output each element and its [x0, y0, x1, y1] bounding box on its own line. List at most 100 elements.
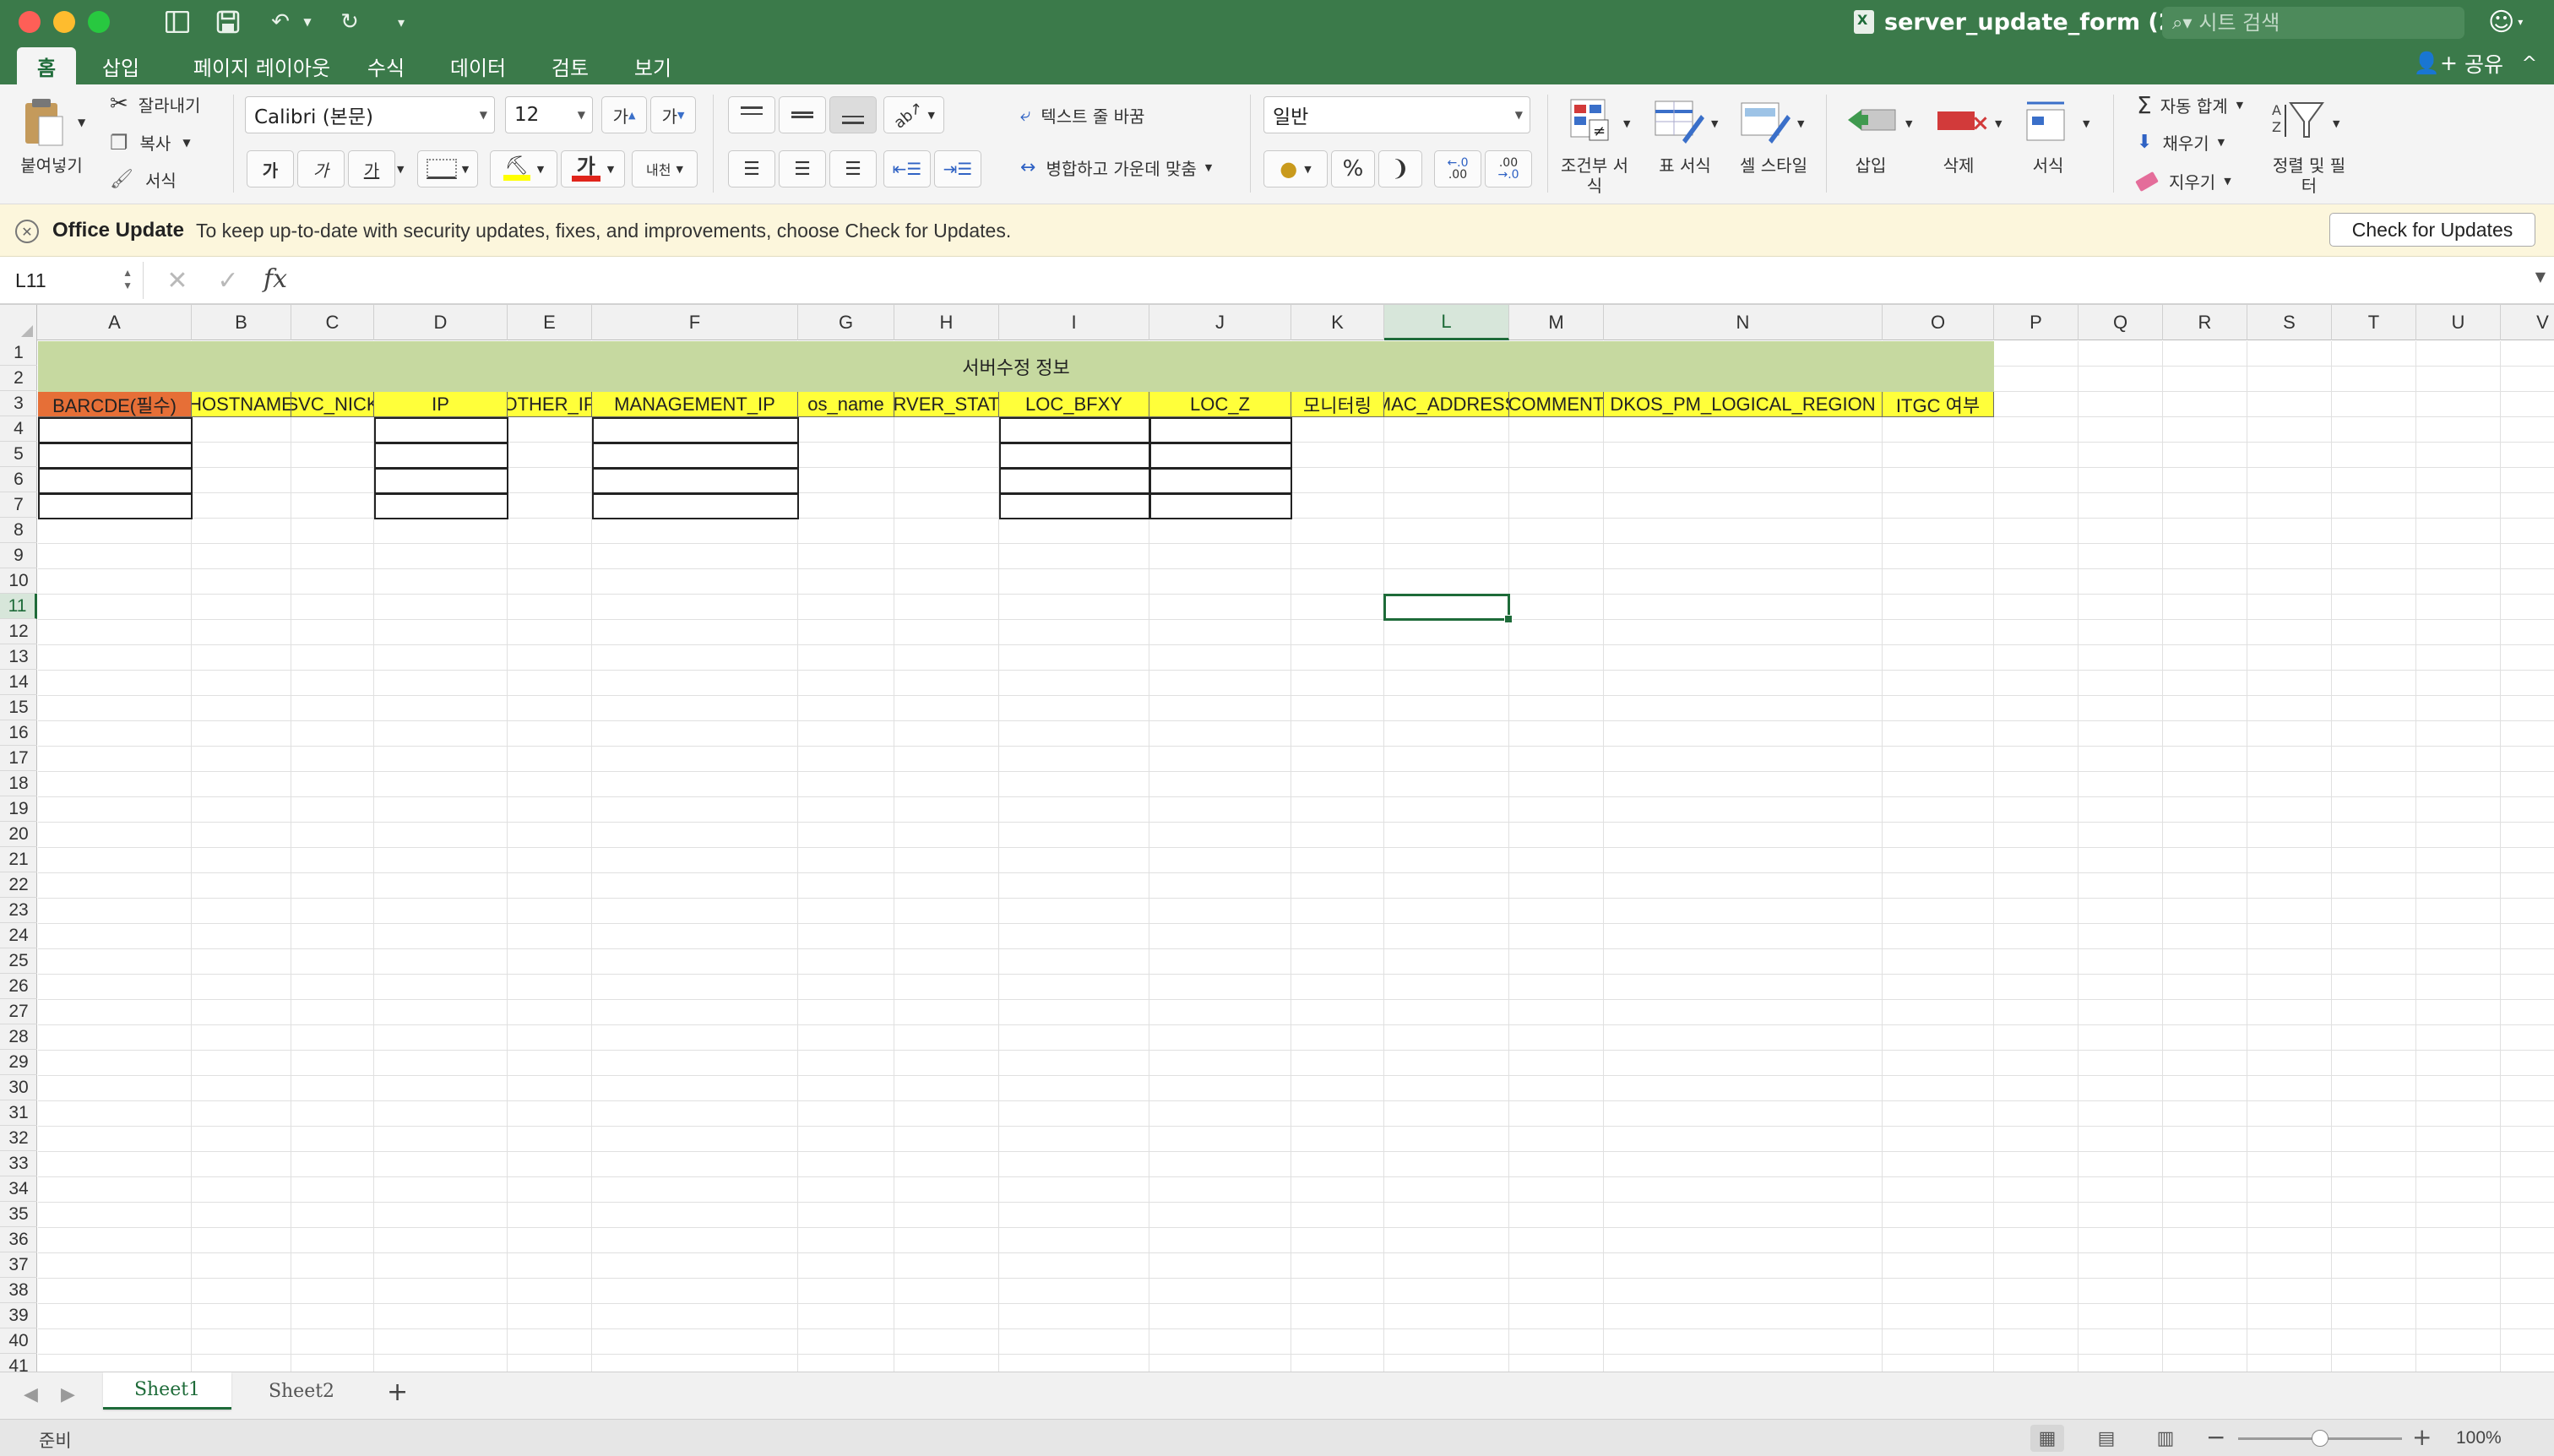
page-break-view-icon[interactable]: ▥: [2149, 1425, 2182, 1452]
input-cell-a4[interactable]: [38, 417, 193, 443]
page-layout-view-icon[interactable]: ▤: [2089, 1425, 2123, 1452]
worksheet-grid[interactable]: ABCDEFGHIJKLMNOPQRSTUV 1 2 3 4 5 6 7 8 9 10 11 12 13…: [0, 304, 2554, 1372]
formula-input[interactable]: [311, 263, 2507, 297]
copy-button[interactable]: ❐ 복사 ▼: [110, 130, 191, 155]
header-cell-h[interactable]: RVER_STAT: [894, 392, 999, 417]
input-cell-i4[interactable]: [999, 417, 1150, 443]
input-cell-i5[interactable]: [999, 443, 1150, 469]
tab-formulas[interactable]: 수식: [358, 47, 414, 84]
row-header-26[interactable]: 26: [0, 974, 37, 999]
decrease-indent-button[interactable]: ⇤☰: [883, 150, 931, 187]
format-cells-icon[interactable]: [2022, 96, 2076, 147]
input-cell-d7[interactable]: [374, 493, 508, 519]
column-header-g[interactable]: G: [798, 305, 894, 340]
normal-view-icon[interactable]: ▦: [2030, 1425, 2064, 1452]
underline-button[interactable]: 가: [348, 150, 395, 187]
column-header-q[interactable]: Q: [2079, 305, 2163, 340]
feedback-smiley-icon[interactable]: ☺ ▾: [2488, 5, 2539, 39]
row-header-33[interactable]: 33: [0, 1151, 37, 1176]
row-header-30[interactable]: 30: [0, 1075, 37, 1100]
row-header-20[interactable]: 20: [0, 822, 37, 847]
chevron-down-icon[interactable]: ▼: [2333, 118, 2339, 129]
underline-dropdown-icon[interactable]: ▼: [397, 164, 404, 175]
align-center-button[interactable]: ☰: [779, 150, 826, 187]
check-for-updates-button[interactable]: Check for Updates: [2329, 213, 2535, 247]
clipboard-icon[interactable]: [19, 96, 69, 150]
column-header-v[interactable]: V: [2501, 305, 2554, 340]
italic-button[interactable]: 가: [297, 150, 345, 187]
input-cell-f4[interactable]: [592, 417, 799, 443]
tab-review[interactable]: 검토: [542, 47, 598, 84]
cut-button[interactable]: ✂ 잘라내기: [110, 91, 200, 117]
sheet-search-box[interactable]: ⌕▾: [2162, 7, 2464, 39]
column-header-t[interactable]: T: [2332, 305, 2416, 340]
name-box-stepper-icon[interactable]: ▲ ▼: [122, 267, 133, 292]
close-notification-icon[interactable]: ✕: [15, 220, 39, 243]
header-cell-j[interactable]: LOC_Z: [1149, 392, 1291, 417]
insert-cells-button[interactable]: 삽입: [1841, 155, 1900, 176]
format-as-table-button[interactable]: 표 서식: [1647, 155, 1723, 176]
chevron-down-icon[interactable]: ▼: [1995, 118, 2002, 129]
align-left-button[interactable]: ☰: [728, 150, 775, 187]
add-sheet-icon[interactable]: +: [387, 1377, 408, 1407]
row-header-8[interactable]: 8: [0, 518, 37, 543]
merge-center-button[interactable]: ↔ 병합하고 가운데 맞춤 ▼: [1020, 155, 1212, 180]
row-header-14[interactable]: 14: [0, 670, 37, 695]
paste-dropdown-icon[interactable]: ▼: [78, 117, 85, 128]
header-cell-e[interactable]: OTHER_IP: [508, 392, 592, 417]
row-header-2[interactable]: 2: [0, 366, 37, 391]
column-header-e[interactable]: E: [508, 305, 592, 340]
chevron-down-icon[interactable]: ▼: [2224, 176, 2231, 187]
header-cell-k[interactable]: 모니터링: [1291, 392, 1384, 417]
row-header-3[interactable]: 3: [0, 391, 37, 416]
header-cell-i[interactable]: LOC_BFXY: [999, 392, 1149, 417]
row-header-35[interactable]: 35: [0, 1202, 37, 1227]
save-icon[interactable]: [213, 7, 243, 37]
tab-view[interactable]: 보기: [623, 47, 682, 84]
row-header-10[interactable]: 10: [0, 568, 37, 594]
row-header-31[interactable]: 31: [0, 1100, 37, 1126]
sheet-tab-sheet2[interactable]: Sheet2: [238, 1372, 365, 1410]
row-header-9[interactable]: 9: [0, 543, 37, 568]
clear-button[interactable]: 지우기 ▼: [2135, 169, 2231, 193]
format-cells-button[interactable]: 서식: [2019, 155, 2078, 176]
minimize-window-button[interactable]: [53, 11, 75, 33]
chevron-down-icon[interactable]: ▼: [2236, 100, 2243, 111]
row-header-28[interactable]: 28: [0, 1024, 37, 1050]
align-bottom-button[interactable]: [829, 96, 877, 133]
insert-function-button[interactable]: fx: [264, 264, 287, 294]
close-window-button[interactable]: [19, 11, 41, 33]
tab-page-layout[interactable]: 페이지 레이아웃: [177, 47, 346, 84]
row-header-22[interactable]: 22: [0, 872, 37, 898]
column-header-s[interactable]: S: [2247, 305, 2332, 340]
row-header-15[interactable]: 15: [0, 695, 37, 720]
align-right-button[interactable]: ☰: [829, 150, 877, 187]
undo-dropdown-icon[interactable]: ▼: [301, 7, 314, 37]
name-box[interactable]: L11 ▲ ▼: [0, 262, 144, 299]
row-header-5[interactable]: 5: [0, 442, 37, 467]
zoom-level[interactable]: 100%: [2456, 1428, 2502, 1448]
sidebar-toggle-icon[interactable]: [162, 7, 193, 37]
header-cell-l[interactable]: MAC_ADDRESS: [1384, 392, 1509, 417]
column-header-c[interactable]: C: [291, 305, 374, 340]
format-painter-button[interactable]: 🖌 서식: [110, 167, 177, 192]
tab-home[interactable]: 홈: [17, 47, 76, 84]
next-sheet-icon[interactable]: ▶: [61, 1384, 75, 1405]
conditional-format-icon[interactable]: ≠: [1568, 96, 1618, 147]
chevron-down-icon[interactable]: ▼: [1623, 118, 1630, 129]
chevron-down-icon[interactable]: ▼: [2083, 118, 2089, 129]
column-header-r[interactable]: R: [2163, 305, 2247, 340]
row-header-16[interactable]: 16: [0, 720, 37, 746]
input-cell-f7[interactable]: [592, 493, 799, 519]
insert-cells-icon[interactable]: [1845, 96, 1899, 147]
row-header-12[interactable]: 12: [0, 619, 37, 644]
row-header-4[interactable]: 4: [0, 416, 37, 442]
header-cell-n[interactable]: DKOS_PM_LOGICAL_REGION: [1604, 392, 1883, 417]
column-header-n[interactable]: N: [1604, 305, 1883, 340]
undo-icon[interactable]: ↶: [264, 7, 297, 37]
header-cell-g[interactable]: os_name: [798, 392, 894, 417]
bold-button[interactable]: 가: [247, 150, 294, 187]
chevron-down-icon[interactable]: ▼: [1711, 118, 1718, 129]
header-cell-m[interactable]: COMMENT: [1509, 392, 1604, 417]
input-cell-a5[interactable]: [38, 443, 193, 469]
